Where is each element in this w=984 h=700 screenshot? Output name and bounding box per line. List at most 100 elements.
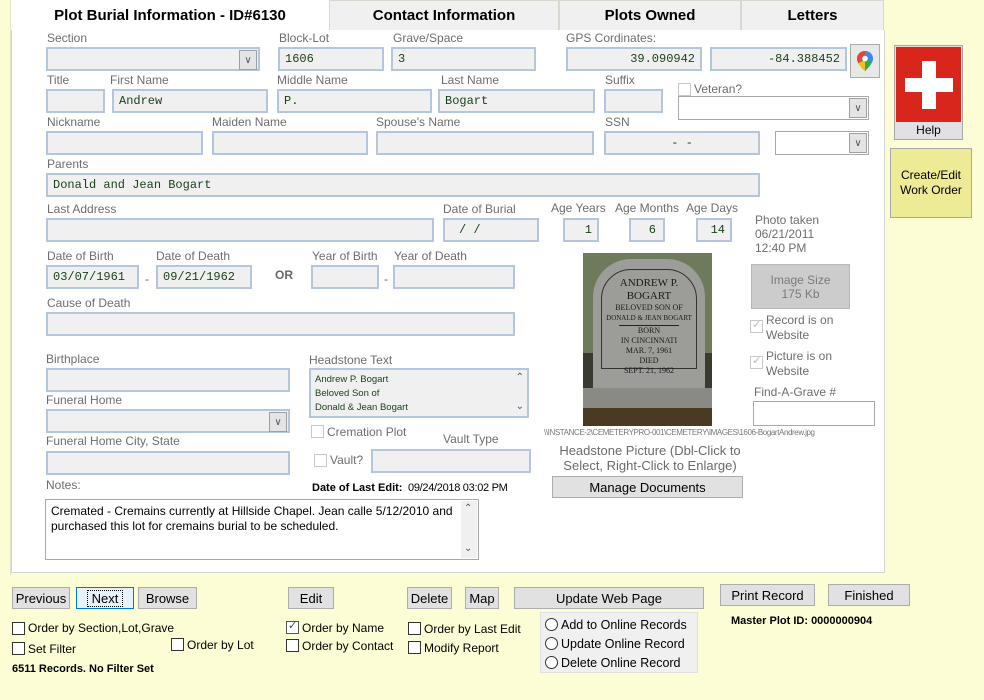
records-status: 6511 Records. No Filter Set — [12, 663, 154, 675]
previous-button[interactable]: Previous — [12, 587, 70, 609]
age-years-field[interactable]: 1 — [563, 218, 599, 242]
middle-name-label: Middle Name — [277, 73, 348, 87]
scroll-up-icon[interactable]: ⌃ — [464, 501, 472, 516]
gps-longitude-field[interactable]: -84.388452 — [710, 47, 847, 71]
spouse-name-field[interactable] — [376, 131, 594, 155]
headstone-engraving: ANDREW P. BOGART BELOVED SON OF DONALD &… — [597, 277, 701, 376]
last-name-field[interactable]: Bogart — [438, 89, 595, 113]
stone-line: DIED — [639, 356, 659, 365]
browse-button[interactable]: Browse — [138, 587, 197, 609]
notes-textarea[interactable]: Cremated - Cremains currently at Hillsid… — [45, 499, 479, 560]
update-web-page-button[interactable]: Update Web Page — [514, 587, 704, 609]
funeral-home-select[interactable]: ∨ — [46, 409, 290, 433]
button-label: Next — [86, 589, 124, 607]
edit-button[interactable]: Edit — [288, 587, 334, 609]
gps-label: GPS Cordinates: — [566, 31, 657, 45]
cause-of-death-field[interactable] — [46, 312, 515, 336]
tab-letters[interactable]: Letters — [741, 0, 884, 30]
headstone-text-area[interactable]: Andrew P. Bogart Beloved Son of Donald &… — [309, 368, 529, 418]
veteran-select[interactable]: ∨ — [678, 96, 869, 120]
veteran-checkbox[interactable] — [678, 83, 691, 96]
manage-documents-button[interactable]: Manage Documents — [552, 476, 743, 498]
first-name-label: First Name — [110, 73, 169, 87]
google-maps-button[interactable] — [850, 44, 880, 78]
scroll-down-icon[interactable]: ⌄ — [464, 541, 472, 556]
chevron-down-icon[interactable]: ∨ — [269, 412, 287, 432]
window-edge — [0, 0, 11, 575]
gps-latitude-field[interactable]: 39.090942 — [566, 47, 702, 71]
notes-label: Notes: — [46, 478, 81, 492]
picture-on-website-checkbox[interactable]: ✓ — [750, 355, 763, 369]
chevron-down-icon[interactable]: ∨ — [239, 50, 257, 70]
date-of-birth-label: Date of Birth — [47, 249, 114, 263]
cremation-plot-checkbox[interactable] — [311, 425, 324, 438]
order-contact-checkbox[interactable] — [286, 639, 299, 652]
work-order-button[interactable]: Create/Edit Work Order — [890, 148, 972, 218]
year-of-death-label: Year of Death — [394, 249, 467, 263]
next-button[interactable]: Next — [76, 587, 134, 609]
master-plot-id: Master Plot ID: 0000000904 — [731, 615, 873, 627]
tab-plots-owned[interactable]: Plots Owned — [559, 0, 741, 30]
funeral-home-city-label: Funeral Home City, State — [46, 434, 180, 448]
order-name-checkbox[interactable]: ✓ — [286, 620, 299, 634]
order-section-checkbox[interactable] — [12, 622, 25, 635]
order-name-label: Order by Name — [302, 621, 385, 635]
print-record-button[interactable]: Print Record — [720, 584, 815, 606]
year-of-birth-label: Year of Birth — [312, 249, 378, 263]
chevron-down-icon[interactable]: ∨ — [849, 98, 867, 118]
headstone-text-label: Headstone Text — [309, 353, 393, 367]
year-of-death-field[interactable] — [393, 265, 515, 289]
date-of-burial-field[interactable]: / / — [443, 218, 539, 242]
maiden-name-field[interactable] — [212, 131, 368, 155]
delete-online-radio[interactable]: Delete Online Record — [545, 654, 697, 673]
section-select[interactable]: ∨ — [46, 47, 260, 71]
year-of-birth-field[interactable] — [311, 265, 379, 289]
image-size-button[interactable]: Image Size 175 Kb — [751, 264, 850, 309]
button-label: Browse — [145, 590, 190, 606]
grave-space-field[interactable]: 3 — [391, 47, 536, 71]
middle-name-field[interactable]: P. — [277, 89, 432, 113]
nickname-field[interactable] — [46, 131, 203, 155]
headstone-photo[interactable]: ANDREW P. BOGART BELOVED SON OF DONALD &… — [583, 253, 712, 426]
first-name-field[interactable]: Andrew — [112, 89, 268, 113]
birthplace-field[interactable] — [46, 368, 290, 392]
find-a-grave-label: Find-A-Grave # — [754, 385, 837, 399]
age-months-field[interactable]: 6 — [629, 218, 665, 242]
block-lot-field[interactable]: 1606 — [278, 47, 384, 71]
vault-checkbox[interactable] — [314, 454, 327, 467]
radio-icon — [545, 618, 558, 631]
set-filter-checkbox[interactable] — [12, 642, 25, 655]
maiden-name-label: Maiden Name — [212, 115, 287, 129]
add-online-radio[interactable]: Add to Online Records — [545, 616, 697, 635]
record-on-website-checkbox[interactable]: ✓ — [750, 319, 763, 333]
funeral-home-city-field[interactable] — [46, 451, 290, 475]
scroll-up-icon[interactable]: ⌃ — [516, 371, 524, 385]
order-lot-checkbox[interactable] — [171, 638, 184, 651]
date-of-birth-field[interactable]: 03/07/1961 — [46, 265, 139, 289]
scroll-down-icon[interactable]: ⌄ — [516, 400, 524, 414]
tab-plot-burial-information[interactable]: Plot Burial Information - ID#6130 — [11, 0, 329, 30]
map-button[interactable]: Map — [465, 587, 499, 609]
find-a-grave-field[interactable] — [753, 401, 875, 426]
order-last-edit-checkbox[interactable] — [408, 622, 421, 635]
button-label: Delete — [410, 590, 449, 606]
help-button[interactable]: Help — [894, 45, 963, 140]
vault-type-field[interactable] — [371, 449, 531, 473]
notes-scrollbar[interactable]: ⌃ ⌄ — [461, 501, 477, 558]
parents-field[interactable]: Donald and Jean Bogart — [46, 173, 760, 197]
ssn-field[interactable]: - - — [604, 131, 760, 155]
title-field[interactable] — [46, 89, 105, 113]
modify-report-checkbox[interactable] — [408, 641, 421, 654]
age-days-field[interactable]: 14 — [696, 218, 732, 242]
button-label: Edit — [299, 590, 323, 606]
ssn-type-select[interactable]: ∨ — [775, 131, 869, 155]
chevron-down-icon[interactable]: ∨ — [849, 133, 867, 153]
delete-button[interactable]: Delete — [407, 587, 452, 609]
last-address-field[interactable] — [46, 218, 434, 242]
update-online-radio[interactable]: Update Online Record — [545, 635, 697, 654]
suffix-field[interactable] — [604, 89, 663, 113]
stone-line: BORN — [637, 326, 661, 335]
finished-button[interactable]: Finished — [828, 584, 910, 606]
tab-contact-information[interactable]: Contact Information — [329, 0, 559, 30]
date-of-death-field[interactable]: 09/21/1962 — [156, 265, 252, 289]
